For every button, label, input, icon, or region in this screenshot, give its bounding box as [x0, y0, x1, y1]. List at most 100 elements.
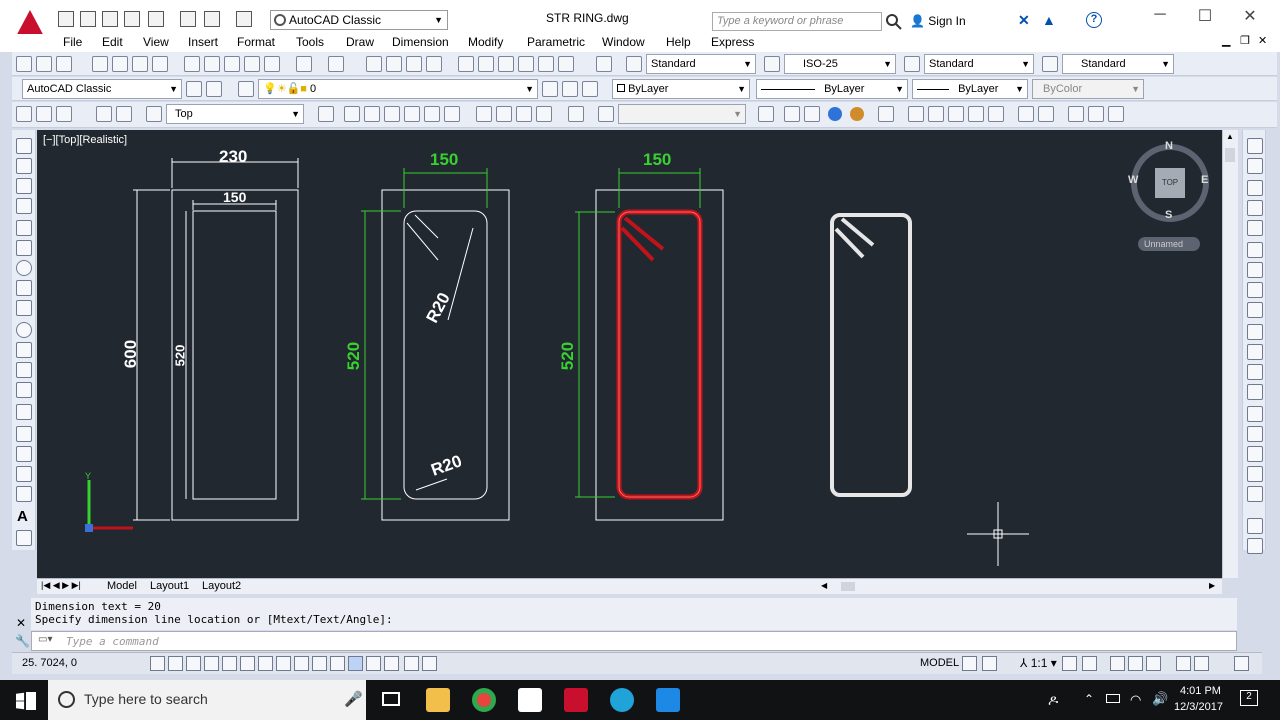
fillet-icon[interactable] [1247, 446, 1263, 462]
erase-icon[interactable] [1247, 138, 1263, 154]
undo-icon[interactable] [296, 56, 312, 72]
named-view-icon[interactable] [146, 106, 162, 122]
annotation-visibility-icon[interactable] [1062, 656, 1077, 671]
view-combo[interactable]: Top ▼ [166, 104, 304, 124]
camera-icon[interactable] [568, 106, 584, 122]
lineweight-icon[interactable] [330, 656, 345, 671]
sign-in-button[interactable]: 👤 Sign In [910, 14, 966, 28]
recorder-icon[interactable] [610, 688, 634, 712]
scroll-h-thumb[interactable] [841, 582, 855, 591]
revision-cloud-icon[interactable] [16, 280, 32, 296]
draworder-front-icon[interactable] [1247, 518, 1263, 534]
first-tab-icon[interactable]: |◀ ◀ ▶ ▶| [41, 580, 81, 591]
menu-modify[interactable]: Modify [468, 35, 503, 49]
layer-states-icon[interactable] [582, 81, 598, 97]
offset-icon[interactable] [1247, 200, 1263, 216]
visual-style-combo[interactable]: ▼ [618, 104, 746, 124]
menu-express[interactable]: Express [711, 35, 754, 49]
color-combo[interactable]: ByLayer ▼ [612, 79, 750, 99]
polyline-icon[interactable] [16, 178, 32, 194]
file-explorer-icon[interactable] [426, 688, 450, 712]
hidden-icon[interactable] [804, 106, 820, 122]
task-view-icon[interactable] [382, 692, 400, 706]
doc-restore-button[interactable]: ❐ [1240, 34, 1250, 47]
linetype-combo[interactable]: ByLayer ▼ [756, 79, 908, 99]
line-icon[interactable] [16, 138, 32, 154]
autocad-taskbar-icon[interactable] [564, 688, 588, 712]
dim-style-icon[interactable] [764, 56, 780, 72]
markup-icon[interactable] [538, 56, 554, 72]
dynamic-ucs-icon[interactable] [294, 656, 309, 671]
wifi-icon[interactable]: ◠ [1130, 692, 1141, 708]
add-icon[interactable] [422, 656, 437, 671]
zoom-window-icon[interactable] [928, 106, 944, 122]
mail-icon[interactable] [518, 688, 542, 712]
tab-layout2[interactable]: Layout2 [202, 580, 241, 592]
scroll-left-icon[interactable]: ◀ [821, 581, 827, 590]
ellipse-arc-icon[interactable] [16, 342, 32, 358]
command-input[interactable]: Type a command [31, 631, 1237, 651]
ellipse-icon[interactable] [16, 322, 32, 338]
quickcalc-icon[interactable] [558, 56, 574, 72]
close-icon[interactable]: ✕ [16, 616, 26, 630]
orbit-icon[interactable] [16, 106, 32, 122]
lock-ui-icon[interactable] [1128, 656, 1143, 671]
paste-icon[interactable] [224, 56, 240, 72]
ucs-menu[interactable]: Unnamed [1138, 237, 1200, 251]
menu-file[interactable]: File [63, 35, 82, 49]
viewcube-face[interactable]: TOP [1155, 168, 1185, 198]
ortho-mode-icon[interactable] [204, 656, 219, 671]
hardware-acceleration-icon[interactable] [1146, 656, 1161, 671]
bottom-view-icon[interactable] [364, 106, 380, 122]
taskbar-search-input[interactable]: Type here to search 🎤 [48, 680, 366, 720]
free-orbit-icon[interactable] [36, 106, 52, 122]
right-view-icon[interactable] [404, 106, 420, 122]
redo-icon[interactable] [328, 56, 344, 72]
circle-icon[interactable] [16, 260, 32, 276]
battery-icon[interactable] [1106, 694, 1120, 703]
3d-dwf-icon[interactable] [152, 56, 168, 72]
table-style-icon[interactable] [904, 56, 920, 72]
mirror-icon[interactable] [1247, 180, 1263, 196]
design-center-icon[interactable] [478, 56, 494, 72]
print-icon[interactable] [180, 11, 196, 27]
text-style-select[interactable]: Standard ▼ [646, 54, 756, 74]
volume-icon[interactable]: 🔊 [1152, 691, 1168, 707]
conceptual-icon[interactable] [850, 107, 864, 121]
menu-window[interactable]: Window [602, 35, 645, 49]
doc-close-button[interactable]: ✕ [1258, 34, 1267, 47]
menu-tools[interactable]: Tools [296, 35, 324, 49]
zoom-window-icon[interactable] [406, 56, 422, 72]
make-block-icon[interactable] [16, 382, 32, 398]
rectangle-icon[interactable] [16, 220, 32, 236]
dim-style-select[interactable]: ISO-25 ▼ [784, 54, 896, 74]
tool-palettes-icon[interactable] [498, 56, 514, 72]
search-input[interactable]: Type a keyword or phrase [712, 12, 882, 31]
zoom-center-icon[interactable] [988, 106, 1004, 122]
left-view-icon[interactable] [384, 106, 400, 122]
menu-insert[interactable]: Insert [188, 35, 218, 49]
quick-properties-icon[interactable] [366, 656, 381, 671]
match-properties-icon[interactable] [244, 56, 260, 72]
ucs-world-icon[interactable] [116, 106, 132, 122]
layer-previous-icon[interactable] [562, 81, 578, 97]
visual-style-manager-icon[interactable] [878, 106, 894, 122]
layer-combo[interactable]: 💡☀🔓■ 0 ▼ [258, 79, 538, 99]
help-icon[interactable]: ? [1086, 12, 1102, 28]
quick-view-layouts-icon[interactable] [962, 656, 977, 671]
menu-help[interactable]: Help [666, 35, 691, 49]
point-icon[interactable] [16, 404, 32, 420]
dynamic-input-icon[interactable] [312, 656, 327, 671]
menu-dimension[interactable]: Dimension [392, 35, 449, 49]
top-view-icon[interactable] [344, 106, 360, 122]
trim-icon[interactable] [1247, 324, 1263, 340]
chrome-icon[interactable] [472, 688, 496, 712]
lineweight-combo[interactable]: ByLayer ▼ [912, 79, 1028, 99]
compass-south[interactable]: S [1165, 209, 1172, 221]
menu-draw[interactable]: Draw [346, 35, 374, 49]
join-icon[interactable] [1247, 406, 1263, 422]
command-prompt-icon[interactable]: ▭▾ [38, 634, 60, 648]
horizontal-scrollbar[interactable]: ◀ ▶ [821, 581, 1221, 592]
selection-cycling-icon[interactable] [384, 656, 399, 671]
a360-icon[interactable]: ▲ [1042, 12, 1056, 28]
